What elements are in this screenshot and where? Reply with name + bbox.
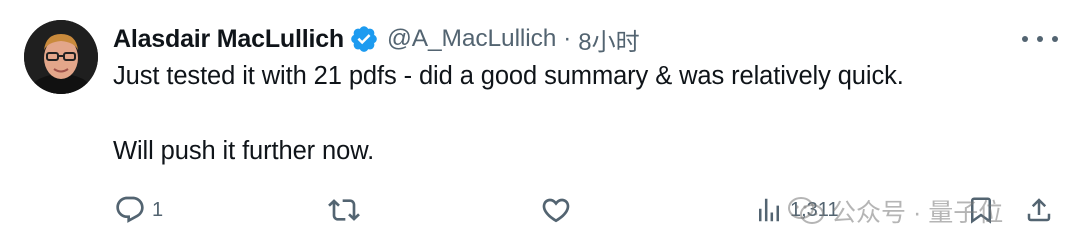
tweet-action-bar: 1 1,311 <box>0 190 1080 230</box>
like-button[interactable] <box>540 190 572 230</box>
retweet-button[interactable] <box>328 190 360 230</box>
views-icon <box>754 195 784 225</box>
tweet-text-line-2: Will push it further now. <box>113 137 375 165</box>
like-icon <box>540 194 572 226</box>
retweet-icon <box>328 194 360 226</box>
display-name[interactable]: Alasdair MacLullich <box>113 25 344 54</box>
reply-count: 1 <box>152 198 164 221</box>
views-button[interactable]: 1,311 <box>754 190 839 230</box>
reply-button[interactable]: 1 <box>114 190 163 230</box>
reply-icon <box>114 194 146 226</box>
author-handle[interactable]: @A_MacLullich <box>387 25 556 53</box>
share-button[interactable] <box>1024 190 1054 230</box>
share-icon <box>1024 195 1054 225</box>
tweet-header: Alasdair MacLullich @A_MacLullich · 8小时 <box>113 22 640 56</box>
tweet-timestamp[interactable]: 8小时 <box>578 22 639 57</box>
avatar[interactable] <box>24 20 98 94</box>
tweet-card[interactable]: Alasdair MacLullich @A_MacLullich · 8小时 … <box>0 0 1080 251</box>
bookmark-button[interactable] <box>966 190 996 230</box>
header-separator: · <box>563 25 572 52</box>
verified-badge-icon <box>349 24 379 54</box>
more-options-icon[interactable] <box>1022 29 1058 49</box>
tweet-text-line-1: Just tested it with 21 pdfs - did a good… <box>113 62 904 90</box>
bookmark-icon <box>966 195 996 225</box>
views-count: 1,311 <box>790 198 839 221</box>
